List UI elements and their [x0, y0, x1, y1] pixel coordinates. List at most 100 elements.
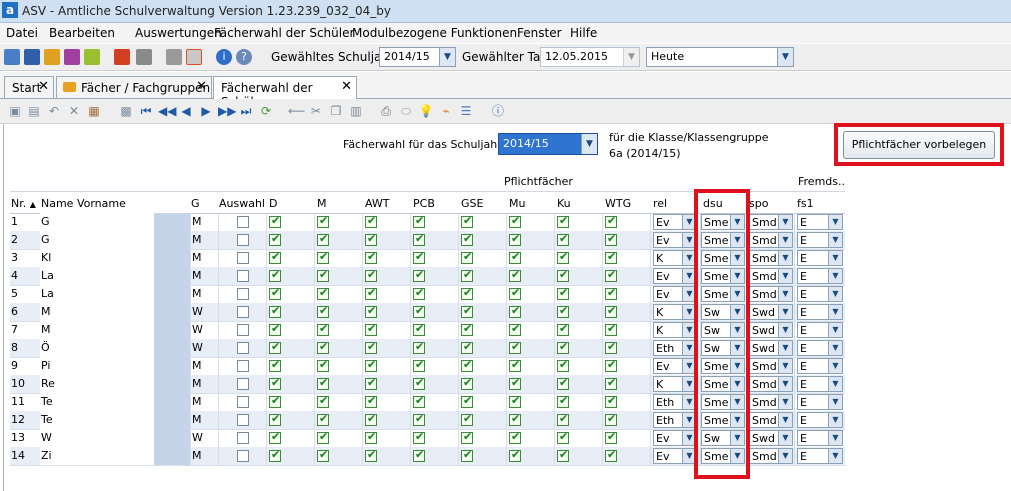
subject-checkbox[interactable] [605, 268, 617, 282]
previous-page-icon[interactable]: ◀◀ [158, 103, 176, 119]
spo-select[interactable]: Smd ▼ [749, 268, 793, 284]
subject-checkbox[interactable] [317, 394, 329, 408]
subject-checkbox[interactable] [365, 412, 377, 426]
auswahl-checkbox[interactable] [237, 324, 249, 336]
subject-checkbox[interactable] [413, 304, 425, 318]
spo-select[interactable]: Swd ▼ [749, 322, 793, 338]
subject-checkbox[interactable] [269, 268, 281, 282]
subject-checkbox[interactable] [365, 322, 377, 336]
subject-checkbox[interactable] [317, 340, 329, 354]
dsu-select[interactable]: Sw ▼ [701, 322, 745, 338]
subject-checkbox[interactable] [413, 268, 425, 282]
subject-checkbox[interactable] [605, 286, 617, 300]
fs1-select[interactable]: E ▼ [797, 268, 843, 284]
subject-checkbox[interactable] [269, 412, 281, 426]
book-icon[interactable] [114, 49, 130, 65]
help-icon[interactable]: ? [236, 49, 252, 65]
subject-checkbox[interactable] [509, 286, 521, 300]
table-row[interactable]: 3 Kl M K▼Sme▼Smd▼E▼ [10, 249, 845, 268]
cut-icon[interactable]: ✂ [308, 103, 324, 119]
subject-checkbox[interactable] [509, 448, 521, 462]
fs1-select[interactable]: E ▼ [797, 430, 843, 446]
subject-checkbox[interactable] [461, 358, 473, 372]
fs1-select[interactable]: E ▼ [797, 448, 843, 464]
subject-checkbox[interactable] [461, 376, 473, 390]
subject-checkbox[interactable] [557, 304, 569, 318]
paste-icon[interactable]: ▥ [348, 103, 364, 119]
close-icon[interactable]: ✕ [196, 79, 207, 94]
teacher-icon[interactable] [64, 49, 80, 65]
rel-select[interactable]: Eth ▼ [653, 340, 697, 356]
subject-checkbox[interactable] [413, 376, 425, 390]
fs1-select[interactable]: E ▼ [797, 286, 843, 302]
subject-checkbox[interactable] [269, 322, 281, 336]
dsu-select[interactable]: Sme ▼ [701, 412, 745, 428]
subject-checkbox[interactable] [365, 304, 377, 318]
subject-checkbox[interactable] [461, 340, 473, 354]
auswahl-checkbox[interactable] [237, 360, 249, 372]
fs1-select[interactable]: E ▼ [797, 214, 843, 230]
col-dsu[interactable]: dsu [703, 197, 723, 210]
schuljahr-select[interactable]: 2014/15 ▼ [379, 47, 456, 67]
spo-select[interactable]: Smd ▼ [749, 412, 793, 428]
subject-checkbox[interactable] [413, 340, 425, 354]
col-gse[interactable]: GSE [461, 197, 483, 210]
subject-checkbox[interactable] [317, 376, 329, 390]
auswahl-checkbox[interactable] [237, 378, 249, 390]
menu-fenster[interactable]: Fenster [517, 26, 562, 40]
dsu-select[interactable]: Sme ▼ [701, 250, 745, 266]
broom-icon[interactable]: ⌁ [438, 103, 454, 119]
dsu-select[interactable]: Sme ▼ [701, 376, 745, 392]
subject-checkbox[interactable] [365, 268, 377, 282]
subject-checkbox[interactable] [413, 358, 425, 372]
arrow-left-icon[interactable]: ⟵ [288, 103, 305, 119]
spo-select[interactable]: Swd ▼ [749, 430, 793, 446]
subject-checkbox[interactable] [605, 430, 617, 444]
col-m[interactable]: M [317, 197, 327, 210]
next-record-icon[interactable]: ▶ [198, 103, 214, 119]
subject-checkbox[interactable] [317, 430, 329, 444]
auswahl-checkbox[interactable] [237, 270, 249, 282]
rel-select[interactable]: K ▼ [653, 376, 697, 392]
help-icon[interactable]: ⓘ [490, 103, 506, 119]
window-icon[interactable] [186, 49, 202, 65]
auswahl-checkbox[interactable] [237, 396, 249, 408]
subject-checkbox[interactable] [605, 250, 617, 264]
subject-checkbox[interactable] [509, 394, 521, 408]
subject-checkbox[interactable] [413, 412, 425, 426]
rel-select[interactable]: Ev ▼ [653, 286, 697, 302]
spo-select[interactable]: Smd ▼ [749, 394, 793, 410]
save-all-icon[interactable]: ▤ [26, 103, 42, 119]
subject-checkbox[interactable] [461, 430, 473, 444]
subject-checkbox[interactable] [269, 250, 281, 264]
col-g[interactable]: G [191, 197, 200, 210]
spo-select[interactable]: Swd ▼ [749, 304, 793, 320]
edit-icon[interactable]: ▦ [86, 103, 102, 119]
subject-checkbox[interactable] [461, 304, 473, 318]
dsu-select[interactable]: Sw ▼ [701, 304, 745, 320]
subject-checkbox[interactable] [365, 250, 377, 264]
rel-select[interactable]: Ev ▼ [653, 268, 697, 284]
subject-checkbox[interactable] [269, 286, 281, 300]
subject-checkbox[interactable] [605, 232, 617, 246]
menu-faecherwahl[interactable]: Fächerwahl der Schüler [214, 26, 354, 40]
subject-checkbox[interactable] [509, 430, 521, 444]
subject-checkbox[interactable] [461, 394, 473, 408]
copy-icon[interactable]: ❐ [328, 103, 344, 119]
dsu-select[interactable]: Sw ▼ [701, 340, 745, 356]
close-icon[interactable]: ✕ [341, 79, 352, 94]
dsu-select[interactable]: Sme ▼ [701, 448, 745, 464]
subject-checkbox[interactable] [413, 286, 425, 300]
subject-checkbox[interactable] [509, 376, 521, 390]
subject-checkbox[interactable] [317, 322, 329, 336]
subject-checkbox[interactable] [365, 430, 377, 444]
subject-checkbox[interactable] [461, 286, 473, 300]
subject-checkbox[interactable] [461, 250, 473, 264]
subject-checkbox[interactable] [557, 412, 569, 426]
col-ku[interactable]: Ku [557, 197, 571, 210]
subject-checkbox[interactable] [413, 214, 425, 228]
table-row[interactable]: 11 Te M Eth▼Sme▼Smd▼E▼ [10, 393, 845, 412]
subject-checkbox[interactable] [557, 358, 569, 372]
fs1-select[interactable]: E ▼ [797, 394, 843, 410]
subject-checkbox[interactable] [605, 322, 617, 336]
